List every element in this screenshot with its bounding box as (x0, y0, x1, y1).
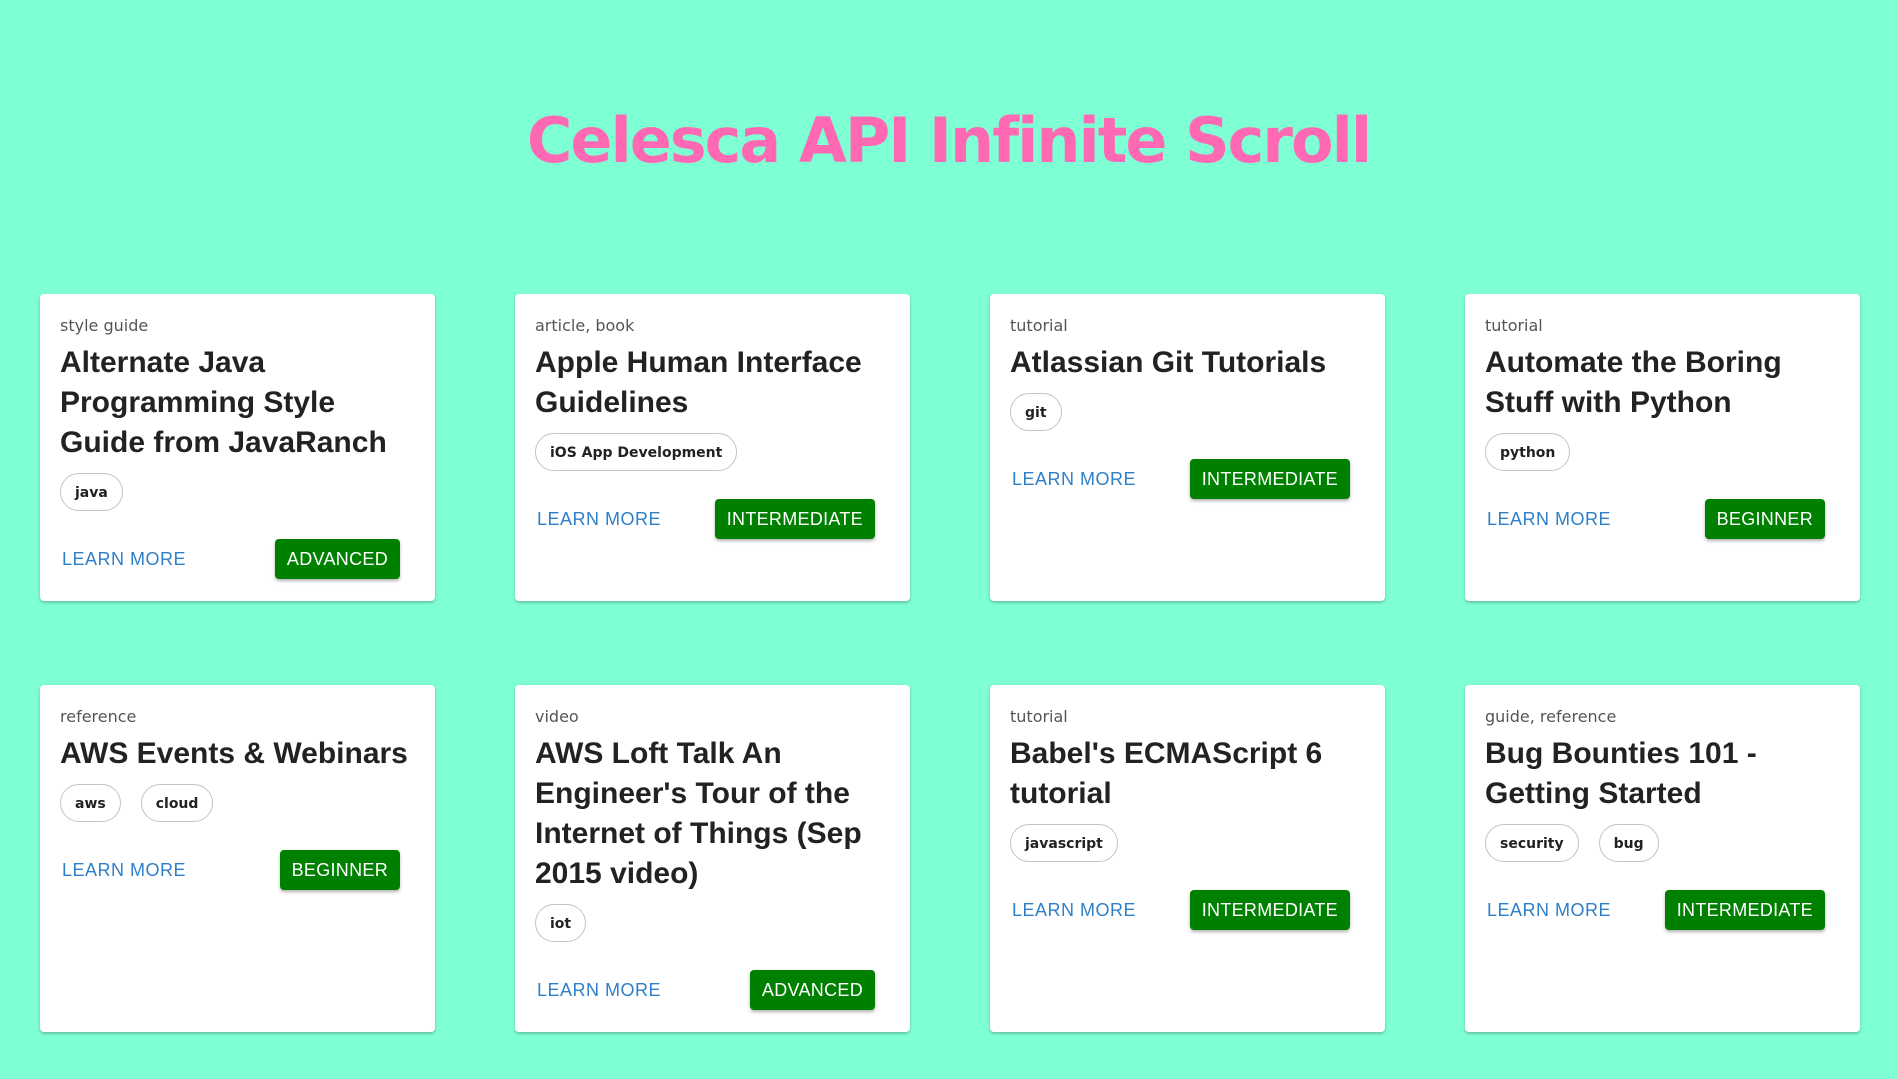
level-button[interactable]: BEGINNER (1704, 499, 1825, 539)
level-button[interactable]: INTERMEDIATE (1664, 890, 1825, 930)
level-button[interactable]: BEGINNER (279, 850, 400, 890)
card-title: Babel's ECMAScript 6 tutorial (1010, 737, 1323, 810)
card-title: Automate the Boring Stuff with Python (1485, 346, 1782, 419)
learn-more-link[interactable]: LEARN MORE (1012, 900, 1136, 921)
level-button[interactable]: INTERMEDIATE (1189, 459, 1350, 499)
resource-card: tutorial Atlassian Git Tutorials git LEA… (990, 294, 1385, 601)
learn-more-link[interactable]: LEARN MORE (537, 980, 661, 1001)
tag-list: javascript (1010, 824, 1365, 862)
tag-chip[interactable]: java (60, 473, 123, 511)
learn-more-link[interactable]: LEARN MORE (62, 549, 186, 570)
page-title: Celesca API Infinite Scroll (526, 104, 1372, 177)
tag-chip[interactable]: iot (535, 904, 587, 942)
tag-list: aws cloud (60, 784, 415, 822)
resource-card: reference AWS Events & Webinars aws clou… (40, 685, 435, 1032)
resource-card: video AWS Loft Talk An Engineer's Tour o… (515, 685, 910, 1032)
learn-more-link[interactable]: LEARN MORE (1487, 509, 1611, 530)
resource-card: guide, reference Bug Bounties 101 - Gett… (1465, 685, 1860, 1032)
level-button[interactable]: INTERMEDIATE (714, 499, 875, 539)
resource-card: style guide Alternate Java Programming S… (40, 294, 435, 601)
tag-list: git (1010, 393, 1365, 431)
card-type: reference (60, 707, 137, 726)
card-title: Alternate Java Programming Style Guide f… (60, 346, 387, 459)
card-type: tutorial (1010, 316, 1068, 335)
tag-list: python (1485, 433, 1840, 471)
card-type: tutorial (1010, 707, 1068, 726)
card-type: tutorial (1485, 316, 1543, 335)
tag-chip[interactable]: bug (1598, 824, 1659, 862)
resource-card: tutorial Babel's ECMAScript 6 tutorial j… (990, 685, 1385, 1032)
card-title: Bug Bounties 101 - Getting Started (1485, 737, 1757, 810)
level-button[interactable]: ADVANCED (274, 539, 400, 579)
tag-list: java (60, 473, 415, 511)
card-type: video (535, 707, 579, 726)
card-type: style guide (60, 316, 149, 335)
card-type: guide, reference (1485, 707, 1617, 726)
level-button[interactable]: INTERMEDIATE (1189, 890, 1350, 930)
card-actions: LEARN MORE BEGINNER (1485, 499, 1840, 539)
tag-chip[interactable]: python (1485, 433, 1571, 471)
card-title: AWS Loft Talk An Engineer's Tour of the … (535, 737, 862, 890)
card-actions: LEARN MORE INTERMEDIATE (1010, 890, 1365, 930)
card-title: Apple Human Interface Guidelines (535, 346, 862, 419)
card-title: Atlassian Git Tutorials (1010, 346, 1327, 379)
learn-more-link[interactable]: LEARN MORE (62, 860, 186, 881)
tag-chip[interactable]: javascript (1010, 824, 1118, 862)
card-actions: LEARN MORE INTERMEDIATE (1485, 890, 1840, 930)
tag-chip[interactable]: security (1485, 824, 1579, 862)
tag-list: security bug (1485, 824, 1840, 862)
level-button[interactable]: ADVANCED (749, 970, 875, 1010)
card-actions: LEARN MORE INTERMEDIATE (535, 499, 890, 539)
resource-grid: style guide Alternate Java Programming S… (40, 294, 1860, 1032)
resource-card: tutorial Automate the Boring Stuff with … (1465, 294, 1860, 601)
tag-list: iOS App Development (535, 433, 890, 471)
learn-more-link[interactable]: LEARN MORE (1012, 469, 1136, 490)
card-actions: LEARN MORE ADVANCED (535, 970, 890, 1010)
learn-more-link[interactable]: LEARN MORE (537, 509, 661, 530)
card-actions: LEARN MORE ADVANCED (60, 539, 415, 579)
tag-chip[interactable]: cloud (140, 784, 214, 822)
card-title: AWS Events & Webinars (60, 737, 408, 770)
tag-chip[interactable]: git (1010, 393, 1062, 431)
tag-list: iot (535, 904, 890, 942)
tag-chip[interactable]: iOS App Development (535, 433, 738, 471)
card-actions: LEARN MORE INTERMEDIATE (1010, 459, 1365, 499)
learn-more-link[interactable]: LEARN MORE (1487, 900, 1611, 921)
tag-chip[interactable]: aws (60, 784, 121, 822)
card-type: article, book (535, 316, 635, 335)
resource-card: article, book Apple Human Interface Guid… (515, 294, 910, 601)
card-actions: LEARN MORE BEGINNER (60, 850, 415, 890)
